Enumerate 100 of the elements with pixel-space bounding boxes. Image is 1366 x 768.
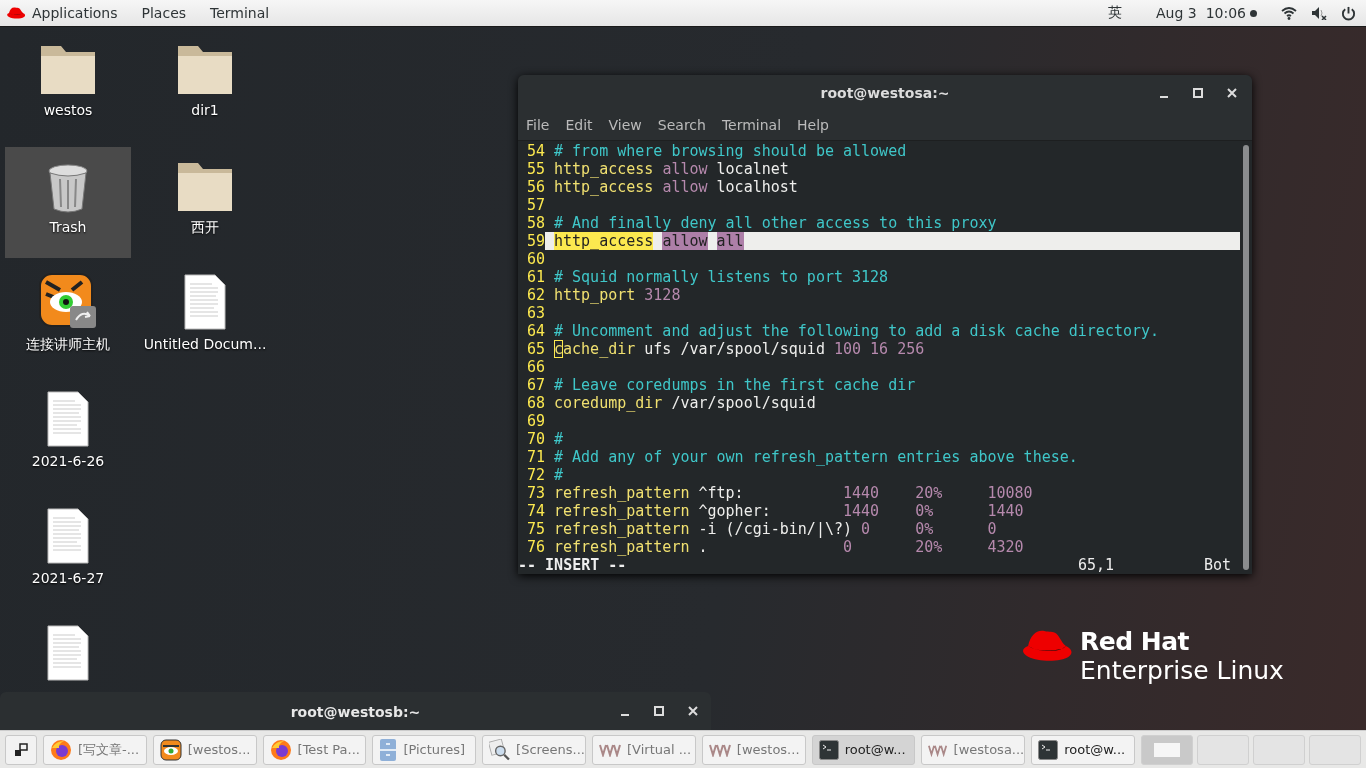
line-number: 62 xyxy=(525,286,546,304)
tiger-app-icon xyxy=(159,738,182,761)
desktop-icon-label: 西开 xyxy=(191,219,219,237)
cursor-position: 65,1 xyxy=(1078,556,1116,574)
line-number: 55 xyxy=(525,160,546,178)
taskbar-button[interactable]: root@w... xyxy=(811,734,916,765)
top-menu[interactable]: Applications xyxy=(32,5,118,21)
line-number: 61 xyxy=(525,268,546,286)
redhat-logo-icon xyxy=(6,6,26,20)
taskbar-button[interactable]: [Test Pa... xyxy=(262,734,367,765)
file-cabinet-icon xyxy=(379,737,398,762)
document-icon xyxy=(184,274,226,330)
mode-indicator: -- INSERT -- xyxy=(518,556,627,574)
code-line: refresh_pattern ^gopher: 1440 0% 1440 xyxy=(554,502,1025,520)
top-menu[interactable]: Places xyxy=(141,5,187,21)
line-number: 74 xyxy=(525,502,546,520)
desktop-icon-tile[interactable]: dir1 xyxy=(142,30,268,141)
desktop-icon-label: 2021-6-27 xyxy=(31,570,105,586)
input-method-indicator[interactable]: 英 xyxy=(1108,4,1123,22)
firefox-icon xyxy=(269,738,292,761)
desktop-icon-tile[interactable]: 西开 xyxy=(142,147,268,258)
line-number: 64 xyxy=(525,322,546,340)
clock[interactable]: Aug 3 10:06 xyxy=(1156,5,1246,21)
code-line: # from where browsing should be allowed xyxy=(554,142,908,160)
code-line: coredump_dir /var/spool/squid xyxy=(554,394,817,412)
code-line: refresh_pattern . 0 20% 4320 xyxy=(554,538,1025,556)
document-icon xyxy=(47,625,89,681)
line-number: 73 xyxy=(525,484,546,502)
code-line: # Uncomment and adjust the following to add a disk cache directory. xyxy=(554,322,1161,340)
taskbar-button[interactable]: [Screens... xyxy=(482,734,586,765)
menu-item[interactable]: Help xyxy=(797,117,829,133)
taskbar-button[interactable]: [写文章-... xyxy=(42,734,147,765)
line-number: 69 xyxy=(525,412,546,430)
brand-product: Enterprise Linux xyxy=(1080,656,1284,685)
top-menu[interactable]: Terminal xyxy=(210,5,270,21)
menu-item[interactable]: Terminal xyxy=(721,117,782,133)
scrollbar[interactable] xyxy=(1243,145,1249,570)
line-number: 67 xyxy=(525,376,546,394)
window-title: root@westosa:~ xyxy=(820,84,950,101)
code-line: # Squid normally listens to port 3128 xyxy=(554,268,890,286)
line-number: 60 xyxy=(525,250,546,268)
vm-icon xyxy=(928,742,948,757)
code-line: http_access allow localnet xyxy=(554,160,790,178)
magnifier-icon xyxy=(489,738,511,761)
desktop-icon-label: 2021-6-26 xyxy=(31,453,105,469)
wifi-icon[interactable] xyxy=(1281,6,1297,20)
scroll-position: Bot xyxy=(1204,556,1233,574)
line-number: 63 xyxy=(525,304,546,322)
desktop-icon-label: Untitled Docum... xyxy=(143,336,267,352)
code-line: http_port 3128 xyxy=(554,286,682,304)
code-line: refresh_pattern ^ftp: 1440 20% 10080 xyxy=(554,484,1034,502)
desktop-icon-tile[interactable]: westos xyxy=(5,30,131,141)
taskbar-button[interactable]: [westos... xyxy=(152,734,257,765)
maximize-button[interactable] xyxy=(653,705,665,717)
taskbar-button[interactable]: root@w... xyxy=(1031,734,1136,765)
vm-icon xyxy=(708,742,731,757)
vm-icon xyxy=(599,742,621,757)
menu-item[interactable]: View xyxy=(608,117,642,133)
menu-item[interactable]: File xyxy=(526,117,550,133)
code-line: refresh_pattern -i (/cgi-bin/|\?) 0 0% 0 xyxy=(554,520,998,538)
terminal-icon xyxy=(818,739,839,760)
volume-muted-icon[interactable] xyxy=(1311,6,1327,20)
desktop-icon-tile[interactable]: 2021-6-26 xyxy=(5,381,131,492)
taskbar-button[interactable]: [westos... xyxy=(701,734,806,765)
trash-icon xyxy=(46,163,90,213)
power-icon[interactable] xyxy=(1341,5,1356,21)
code-line: # Add any of your own refresh_pattern entries above these. xyxy=(554,448,1079,466)
desktop-icon-tile[interactable]: Trash xyxy=(5,147,131,258)
desktop-icon-tile[interactable]: 连接讲师主机 xyxy=(5,264,131,375)
taskbar-button[interactable]: [westosa... xyxy=(921,734,1026,765)
taskbar-button[interactable]: [Pictures] xyxy=(372,734,477,765)
desktop-icon-label: 连接讲师主机 xyxy=(26,336,110,354)
line-number: 75 xyxy=(525,520,546,538)
line-number: 57 xyxy=(525,196,546,214)
firefox-icon xyxy=(49,738,72,761)
terminal-icon xyxy=(1038,739,1059,760)
line-number: 54 xyxy=(525,142,546,160)
line-number: 72 xyxy=(525,466,546,484)
maximize-button[interactable] xyxy=(1192,86,1204,99)
line-number: 59 xyxy=(525,232,545,250)
menu-item[interactable]: Edit xyxy=(565,117,593,133)
close-button[interactable] xyxy=(687,705,699,717)
menu-item[interactable]: Search xyxy=(657,117,706,133)
line-number: 70 xyxy=(525,430,546,448)
desktop-icon-label: Trash xyxy=(49,219,87,235)
tiger-app-icon xyxy=(38,272,98,330)
code-line: # Leave coredumps in the first cache dir xyxy=(554,376,917,394)
line-number: 66 xyxy=(525,358,546,376)
desktop-icon-tile[interactable]: 2021-6-27 xyxy=(5,498,131,609)
code-line: # xyxy=(554,430,565,448)
line-number: 65 xyxy=(525,340,546,358)
show-desktop-button[interactable] xyxy=(5,734,37,765)
close-button[interactable] xyxy=(1226,86,1238,99)
line-number: 56 xyxy=(525,178,546,196)
line-number: 71 xyxy=(525,448,546,466)
desktop-icon-label: dir1 xyxy=(191,102,219,118)
desktop-icon-tile[interactable]: Untitled Docum... xyxy=(142,264,268,375)
window-title: root@westosb:~ xyxy=(290,704,421,720)
taskbar-button[interactable]: [Virtual ... xyxy=(592,734,696,765)
brand-name: Red Hat xyxy=(1080,627,1191,656)
